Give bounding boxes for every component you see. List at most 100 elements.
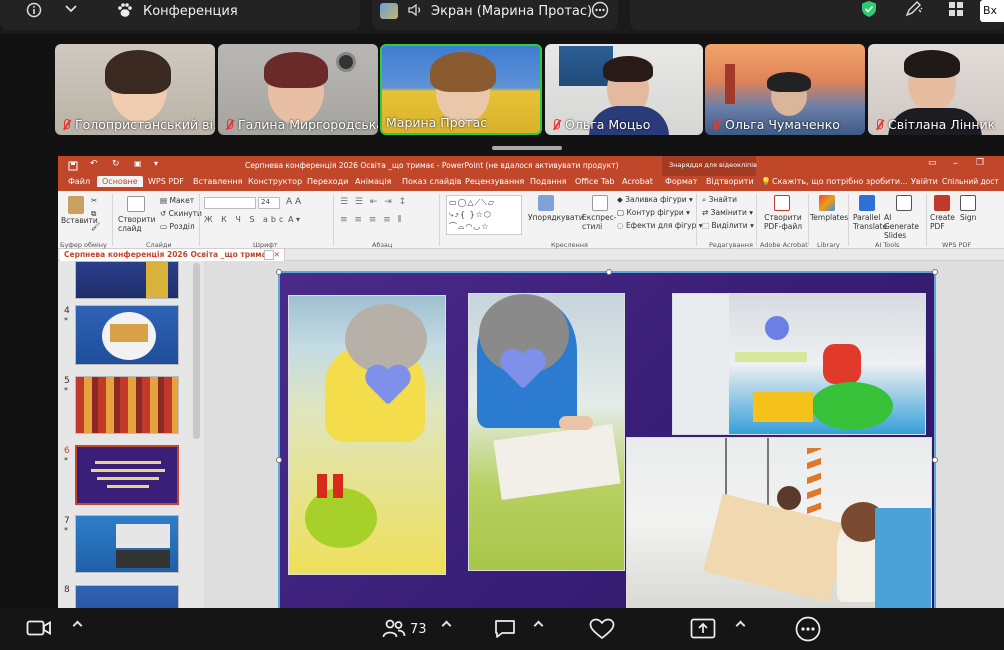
tab-office-tab[interactable]: Office Tab — [575, 177, 614, 186]
align-buttons[interactable]: ≡ ≡ ≡ ≡ ⫴ — [340, 215, 403, 225]
reactions-heart-icon[interactable] — [589, 618, 615, 640]
layout-button[interactable]: ▤ Макет — [160, 196, 194, 205]
font-name-dropdown[interactable] — [204, 197, 256, 209]
participant-tile[interactable]: Галина Миргородська — [218, 44, 378, 135]
thumbnails-scrollbar[interactable] — [193, 263, 200, 439]
participants-icon[interactable] — [382, 618, 406, 640]
shape-outline-button[interactable]: ▢ Контур фігури ▾ — [617, 208, 690, 217]
layout-grid-icon[interactable] — [948, 1, 964, 17]
tab-design[interactable]: Конструктор — [248, 177, 302, 186]
camera-options-caret[interactable] — [72, 620, 83, 631]
undo-icon[interactable]: ↶ — [90, 159, 98, 169]
info-icon[interactable] — [26, 2, 42, 18]
arrange-button[interactable]: Упорядкувати — [528, 213, 584, 222]
participant-tile-active-speaker[interactable]: Марина Протас — [380, 44, 542, 135]
participant-tile[interactable]: Голопристанський ві... — [55, 44, 215, 135]
chat-options-caret[interactable] — [533, 620, 544, 631]
grow-font-icon[interactable]: A A — [286, 197, 301, 207]
selection-handle[interactable] — [276, 269, 282, 275]
slide-photo[interactable] — [672, 293, 926, 435]
annotate-pen-icon[interactable] — [904, 0, 924, 18]
ai-generate-icon[interactable] — [896, 195, 912, 211]
acrobat-pdf-icon[interactable] — [774, 195, 790, 211]
sign-icon[interactable] — [960, 195, 976, 211]
shapes-gallery[interactable]: ▭◯△⟋⟍▱ ⤷⤴{ }☆⬡ ⌒⌓◠◡☆ — [446, 195, 522, 235]
paste-icon[interactable] — [68, 196, 84, 214]
quick-styles-icon[interactable] — [592, 195, 608, 211]
tab-transitions[interactable]: Переходи — [307, 177, 348, 186]
chevron-down-icon[interactable] — [64, 3, 78, 15]
slideshow-start-icon[interactable]: ▣ — [134, 159, 142, 168]
new-slide-icon[interactable] — [127, 196, 145, 212]
restore-icon[interactable]: ❐ — [976, 158, 984, 168]
selection-handle[interactable] — [276, 457, 282, 463]
share-button[interactable]: Спільний дост — [942, 177, 999, 186]
enter-button[interactable]: Вх — [980, 0, 1004, 22]
customize-toolbar-icon[interactable]: ▾ — [154, 159, 158, 168]
tab-review[interactable]: Рецензування — [465, 177, 524, 186]
select-button[interactable]: ⬚ Виділити ▾ — [702, 221, 754, 230]
font-color-icon[interactable]: A ▾ — [288, 215, 300, 224]
shape-effects-button[interactable]: ◌ Ефекти для фігур ▾ — [617, 221, 703, 230]
slide-thumbnail[interactable] — [75, 376, 179, 434]
selection-handle[interactable] — [606, 269, 612, 275]
new-tab-button[interactable] — [264, 250, 274, 260]
participants-options-caret[interactable] — [441, 620, 452, 631]
more-options-icon[interactable] — [591, 1, 609, 19]
font-style-buttons[interactable]: Ж К Ч S abc — [204, 215, 286, 224]
participant-tile[interactable]: Ольга Моцьо — [545, 44, 703, 135]
translate-icon[interactable] — [859, 195, 875, 211]
strip-resize-handle[interactable] — [492, 146, 562, 150]
slide-photo[interactable] — [288, 295, 446, 575]
create-pdf-ua-button[interactable]: Створити PDF-файл — [762, 213, 804, 231]
document-tab-active[interactable]: Серпнева конференція 2026 Освіта _що три… — [60, 249, 285, 261]
parallel-translate-button[interactable]: Parallel Translate — [853, 213, 887, 231]
share-screen-icon[interactable] — [690, 618, 716, 640]
minimize-icon[interactable]: – — [953, 158, 958, 169]
shield-icon[interactable] — [860, 0, 878, 18]
quick-styles-button[interactable]: Експрес-стилі — [582, 213, 618, 231]
tab-wps-pdf[interactable]: WPS PDF — [148, 177, 184, 186]
new-slide-button[interactable]: Створити слайд — [118, 215, 158, 233]
tab-playback[interactable]: Відтворити — [706, 177, 754, 186]
arrange-icon[interactable] — [538, 195, 554, 211]
slide-thumbnail-selected[interactable] — [75, 445, 179, 505]
find-button[interactable]: ⌕ Знайти — [702, 195, 737, 205]
templates-icon[interactable] — [819, 195, 835, 211]
slide-photo[interactable] — [626, 437, 932, 608]
reset-button[interactable]: ↺ Скинути — [160, 209, 202, 218]
ribbon-options-icon[interactable]: ▭ — [928, 158, 937, 168]
templates-button[interactable]: Templates — [810, 213, 848, 222]
replace-button[interactable]: ⇄ Замінити ▾ — [702, 208, 753, 217]
list-buttons[interactable]: ☰ ☰ ⇤ ⇥ ↕ — [340, 197, 408, 207]
signin-link[interactable]: Увійти — [911, 177, 938, 186]
tab-format[interactable]: Формат — [665, 177, 697, 186]
save-icon[interactable] — [68, 161, 78, 171]
slide-photo[interactable] — [468, 293, 625, 571]
section-button[interactable]: ▭ Розділ — [160, 222, 195, 231]
ai-generate-button[interactable]: AI Generate Slides — [884, 213, 924, 240]
format-painter-icon[interactable]: 🖌 — [91, 222, 101, 231]
tab-animations[interactable]: Анімація — [355, 177, 391, 186]
create-pdf-icon[interactable] — [934, 195, 950, 211]
font-size-dropdown[interactable]: 24 — [258, 197, 280, 209]
slide-thumbnail[interactable] — [75, 585, 179, 608]
selection-handle[interactable] — [932, 457, 938, 463]
slide-thumbnail[interactable] — [75, 515, 179, 573]
slide-thumbnail[interactable] — [75, 261, 179, 299]
speaker-icon[interactable] — [408, 3, 424, 17]
tab-view[interactable]: Подання — [530, 177, 567, 186]
shape-fill-button[interactable]: ◆ Заливка фігури ▾ — [617, 195, 693, 204]
tab-acrobat[interactable]: Acrobat — [622, 177, 653, 186]
participant-tile[interactable]: Світлана Лінник — [868, 44, 1004, 135]
cut-icon[interactable]: ✂ — [91, 196, 97, 205]
tab-slideshow[interactable]: Показ слайдів — [402, 177, 462, 186]
copy-icon[interactable]: ⧉ — [91, 209, 96, 219]
participant-tile[interactable]: Ольга Чумаченко — [705, 44, 865, 135]
slide-thumbnail[interactable] — [75, 305, 179, 365]
tab-file[interactable]: Файл — [68, 177, 90, 186]
selection-handle[interactable] — [932, 269, 938, 275]
share-options-caret[interactable] — [735, 620, 746, 631]
tab-home[interactable]: Основне — [97, 176, 143, 187]
tell-me-search[interactable]: Скажіть, що потрібно зробити... — [772, 177, 908, 186]
